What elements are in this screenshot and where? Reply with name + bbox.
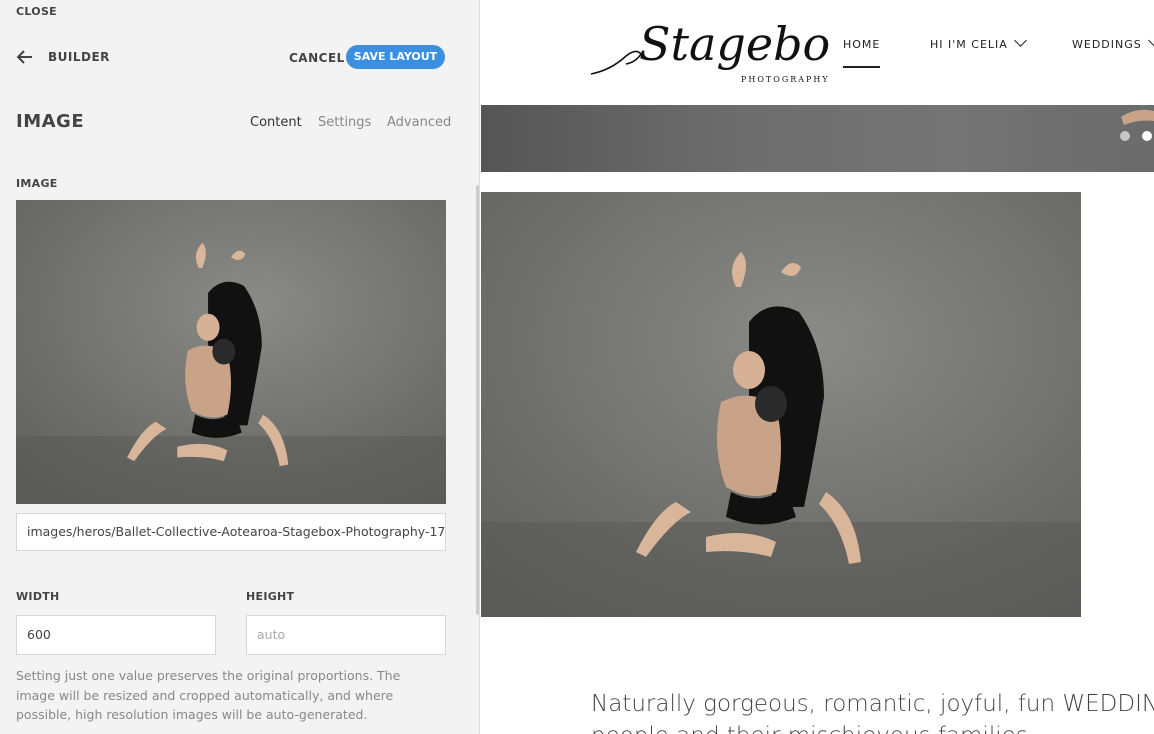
nav-weddings-label: WEDDINGS: [1072, 38, 1142, 51]
nav-home-underline: [843, 66, 880, 68]
nav-hi-im-celia[interactable]: HI I'M CELIA: [930, 34, 1027, 51]
cancel-button[interactable]: CANCEL: [289, 51, 345, 65]
svg-text:PHOTOGRAPHY: PHOTOGRAPHY: [741, 75, 829, 84]
image-path-field[interactable]: images/heros/Ballet-Collective-Aotearoa-…: [16, 513, 446, 551]
module-title: IMAGE: [16, 111, 85, 132]
slider-dot-2[interactable]: [1142, 131, 1152, 141]
tab-settings[interactable]: Settings: [318, 115, 371, 130]
width-field[interactable]: 600: [16, 615, 216, 655]
site-preview: Stagebox PHOTOGRAPHY HOME HI I'M CELIA W…: [481, 0, 1154, 734]
tab-content[interactable]: Content: [250, 115, 302, 130]
builder-panel: CLOSE BUILDER CANCEL SAVE LAYOUT IMAGE C…: [0, 0, 480, 734]
save-layout-button[interactable]: SAVE LAYOUT: [346, 45, 445, 69]
builder-back-link[interactable]: BUILDER: [48, 50, 110, 64]
tagline-line-2: people and their mischievous families: [591, 720, 1154, 734]
arrow-left-icon[interactable]: [16, 49, 34, 65]
height-field[interactable]: auto: [246, 615, 446, 655]
panel-scrollbar[interactable]: [476, 185, 479, 615]
tagline-line-1: Naturally gorgeous, romantic, joyful, fu…: [591, 691, 1154, 717]
site-tagline: Naturally gorgeous, romantic, joyful, fu…: [591, 688, 1154, 734]
stagebox-logo[interactable]: Stagebox PHOTOGRAPHY: [589, 2, 829, 90]
image-thumbnail[interactable]: [16, 200, 446, 504]
ballet-dancers-photo: [481, 192, 1081, 617]
close-button[interactable]: CLOSE: [16, 5, 57, 18]
help-text: Setting just one value preserves the ori…: [16, 668, 401, 722]
slider-dot-1[interactable]: [1120, 131, 1130, 141]
svg-text:Stagebox: Stagebox: [639, 17, 829, 71]
nav-hi-im-celia-label: HI I'M CELIA: [930, 38, 1008, 51]
chevron-down-icon: [1147, 34, 1154, 47]
hero-slider[interactable]: [481, 105, 1154, 172]
nav-weddings[interactable]: WEDDINGS: [1072, 34, 1154, 51]
chevron-down-icon: [1013, 34, 1027, 47]
width-field-label: WIDTH: [16, 590, 60, 603]
height-field-label: HEIGHT: [246, 590, 295, 603]
nav-home[interactable]: HOME: [843, 38, 880, 51]
tab-advanced[interactable]: Advanced: [387, 115, 451, 130]
image-field-label: IMAGE: [16, 177, 58, 190]
